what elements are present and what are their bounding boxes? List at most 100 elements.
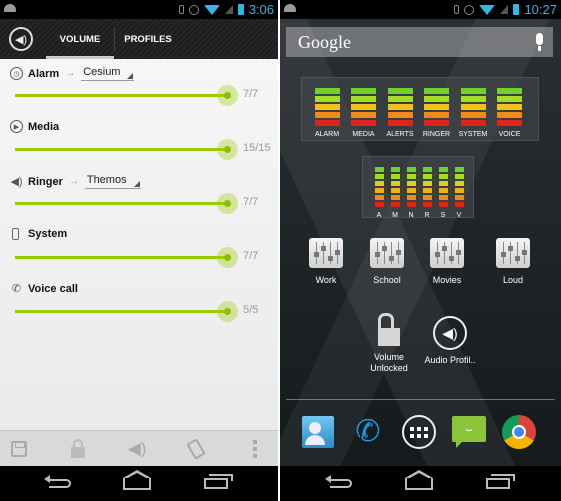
profile-shortcut-school[interactable]: School bbox=[357, 238, 417, 286]
volume-row-media: ▶ Media 15/15 bbox=[0, 113, 278, 167]
bluetooth-icon bbox=[178, 5, 184, 14]
volume-slider-track[interactable] bbox=[15, 202, 227, 205]
profile-value: Themos bbox=[86, 174, 127, 186]
vibrate-button[interactable]: ◀) bbox=[112, 431, 162, 467]
meter-segment bbox=[422, 167, 432, 172]
profile-shortcut-loud[interactable]: Loud bbox=[483, 238, 543, 286]
meter-segment bbox=[422, 195, 432, 200]
audio-profiles-shortcut[interactable]: ◀) Audio Profil.. bbox=[420, 316, 480, 366]
recents-button[interactable] bbox=[186, 466, 246, 501]
volume-slider-thumb[interactable] bbox=[224, 200, 231, 207]
overflow-menu-button[interactable] bbox=[230, 431, 278, 467]
meter-segment bbox=[424, 112, 449, 118]
meter-segment bbox=[314, 88, 340, 94]
tab-divider bbox=[114, 27, 115, 51]
meter-segment bbox=[422, 188, 432, 193]
meter-segment bbox=[351, 120, 376, 126]
meter-segment bbox=[424, 120, 449, 126]
shortcut-label: Audio Profil.. bbox=[424, 355, 476, 365]
home-button[interactable] bbox=[389, 466, 449, 501]
recents-button[interactable] bbox=[468, 466, 528, 501]
volume-value: 7/7 bbox=[243, 196, 259, 208]
profile-dropdown[interactable]: Cesium bbox=[81, 66, 135, 81]
meter-segment bbox=[406, 195, 416, 200]
shortcut-label: Work bbox=[315, 275, 337, 285]
meter-label: V bbox=[456, 212, 462, 219]
microphone-icon[interactable] bbox=[536, 33, 543, 51]
meter-label: R bbox=[424, 212, 430, 219]
meter-ringer: RINGER bbox=[422, 88, 452, 138]
meter-segment bbox=[387, 104, 413, 110]
meter-label: SYSTEM bbox=[458, 131, 488, 138]
rotate-button[interactable] bbox=[171, 431, 221, 467]
meter-s: S bbox=[437, 167, 449, 219]
profile-dropdown[interactable]: Themos bbox=[84, 174, 141, 189]
meter-segment bbox=[351, 112, 376, 118]
battery-icon bbox=[513, 4, 520, 15]
meter-segment bbox=[497, 112, 522, 118]
meter-segment bbox=[390, 188, 400, 193]
meter-segment bbox=[387, 120, 413, 126]
volume-slider-track[interactable] bbox=[15, 310, 227, 313]
volume-meters-widget-large[interactable]: ALARM MEDIA ALERTS RINGER SYSTEM VOICE bbox=[301, 77, 539, 141]
smile-glyph: ⌣ bbox=[465, 421, 473, 436]
phone-app[interactable]: ✆ bbox=[350, 413, 386, 451]
lock-button[interactable] bbox=[53, 431, 103, 467]
meter-segment bbox=[460, 88, 486, 94]
volume-slider-track[interactable] bbox=[15, 148, 227, 151]
volume-meters-widget-small[interactable]: AMNRSV bbox=[362, 156, 474, 219]
mixer-icon bbox=[370, 238, 404, 268]
volume-slider-track[interactable] bbox=[15, 256, 227, 259]
volume-row-alarm: ◷ Alarm → Cesium 7/7 bbox=[0, 59, 278, 113]
meter-system: SYSTEM bbox=[458, 88, 488, 138]
volume-value: 5/5 bbox=[243, 304, 259, 316]
save-button[interactable] bbox=[0, 431, 44, 467]
status-time: 3:06 bbox=[248, 2, 274, 17]
profile-shortcut-work[interactable]: Work bbox=[296, 238, 356, 286]
meter-segment bbox=[460, 96, 486, 102]
profile-value: Cesium bbox=[83, 66, 121, 78]
phone-icon: ✆ bbox=[355, 415, 381, 448]
meter-segment bbox=[422, 202, 432, 207]
back-button[interactable] bbox=[311, 466, 371, 501]
mixer-icon bbox=[496, 238, 530, 268]
meter-segment bbox=[374, 181, 384, 186]
meter-v: V bbox=[453, 167, 465, 219]
all-apps-button[interactable] bbox=[401, 413, 437, 451]
volume-slider-thumb[interactable] bbox=[224, 254, 231, 261]
chrome-app[interactable] bbox=[501, 413, 537, 451]
alarm-icon bbox=[464, 4, 475, 15]
home-button[interactable] bbox=[107, 466, 167, 501]
meter-segment bbox=[438, 188, 448, 193]
tab-profiles[interactable]: PROFILES bbox=[118, 19, 178, 59]
meter-segment bbox=[374, 188, 384, 193]
messaging-icon: ⌣ bbox=[452, 416, 486, 448]
volume-slider-thumb[interactable] bbox=[224, 92, 231, 99]
play-icon: ▶ bbox=[10, 120, 23, 133]
volume-slider-track[interactable] bbox=[15, 94, 227, 97]
shortcut-label: Loud bbox=[502, 275, 524, 285]
profile-shortcut-movies[interactable]: Movies bbox=[417, 238, 477, 286]
meter-segment bbox=[351, 104, 376, 110]
meter-label: RINGER bbox=[422, 131, 451, 138]
meter-label: N bbox=[408, 212, 414, 219]
signal-icon bbox=[500, 5, 509, 14]
navigation-bar bbox=[0, 466, 278, 501]
volume-label: System bbox=[28, 228, 68, 240]
tab-volume[interactable]: VOLUME bbox=[46, 19, 114, 59]
volume-unlocked-shortcut[interactable]: Volume Unlocked bbox=[359, 312, 419, 374]
messaging-app[interactable]: ⌣ bbox=[451, 413, 487, 451]
volume-slider-thumb[interactable] bbox=[224, 146, 231, 153]
phone-device-icon bbox=[12, 228, 19, 240]
volume-slider-thumb[interactable] bbox=[224, 308, 231, 315]
meter-segment bbox=[374, 167, 384, 172]
arrow-icon: → bbox=[68, 176, 79, 187]
meter-segment bbox=[406, 167, 416, 172]
meter-segment bbox=[390, 195, 400, 200]
people-app[interactable] bbox=[300, 413, 336, 451]
meter-segment bbox=[460, 112, 486, 118]
meter-segment bbox=[454, 181, 464, 186]
back-button[interactable] bbox=[30, 466, 90, 501]
app-speaker-icon[interactable]: ◀) bbox=[9, 27, 33, 51]
google-search-bar[interactable]: Google bbox=[286, 27, 553, 57]
